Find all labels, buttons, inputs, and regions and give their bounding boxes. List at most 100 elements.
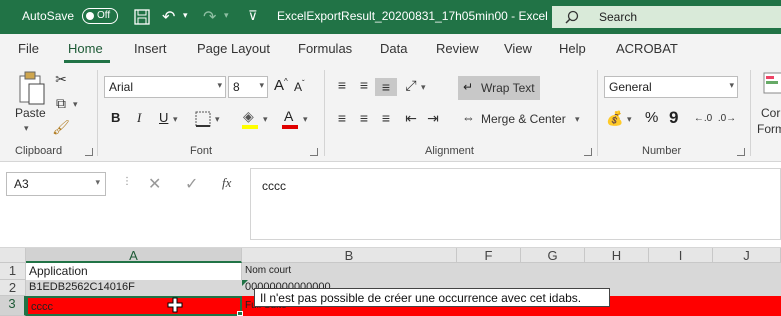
wrap-text-button[interactable]: ↵ Wrap Text: [458, 76, 540, 100]
font-launcher-icon[interactable]: [310, 148, 318, 156]
select-all-corner[interactable]: [0, 248, 26, 263]
copy-icon[interactable]: ⧉: [52, 94, 70, 112]
validation-tooltip: Il n'est pas possible de créer une occur…: [254, 288, 610, 307]
underline-dropdown-icon[interactable]: ▾: [173, 114, 178, 125]
paste-dropdown-icon[interactable]: ▾: [24, 123, 29, 134]
align-top-icon[interactable]: ≡: [333, 76, 351, 94]
save-icon[interactable]: [134, 9, 150, 25]
undo-icon[interactable]: ↶: [162, 7, 175, 27]
tab-review[interactable]: Review: [436, 41, 479, 56]
underline-button[interactable]: U: [159, 110, 168, 125]
merge-dropdown-icon[interactable]: ▾: [575, 114, 580, 125]
format-as-table-label[interactable]: Form: [757, 122, 781, 136]
orientation-icon[interactable]: ⤢: [402, 76, 420, 94]
alignment-launcher-icon[interactable]: [584, 148, 592, 156]
active-tab-indicator: [64, 60, 110, 63]
font-size-select[interactable]: 8 ▾: [228, 76, 268, 98]
column-header-g[interactable]: G: [521, 248, 585, 263]
cut-icon[interactable]: ✂: [52, 70, 70, 88]
font-color-icon[interactable]: A: [284, 108, 293, 124]
tab-acrobat[interactable]: ACROBAT: [616, 41, 678, 56]
group-separator: [597, 70, 598, 156]
clipboard-launcher-icon[interactable]: [85, 148, 93, 156]
comma-style-button[interactable]: 9: [669, 108, 678, 128]
cancel-entry-icon[interactable]: ✕: [148, 174, 161, 194]
conditional-formatting-label[interactable]: Cor: [761, 106, 780, 120]
tab-help[interactable]: Help: [559, 41, 586, 56]
number-format-dropdown-icon: ▾: [729, 80, 734, 90]
percent-style-button[interactable]: %: [645, 109, 658, 126]
conditional-formatting-icon[interactable]: [763, 72, 781, 94]
redo-icon[interactable]: ↷: [203, 7, 216, 27]
row-header-3[interactable]: 3: [0, 296, 26, 316]
undo-dropdown-icon[interactable]: ▾: [183, 10, 188, 21]
confirm-entry-icon[interactable]: ✓: [185, 174, 198, 194]
column-header-b[interactable]: B: [242, 248, 457, 263]
formula-bar-grip-icon[interactable]: ⋮: [122, 176, 132, 187]
search-placeholder: Search: [599, 10, 638, 24]
cell-a2[interactable]: B1EDB2562C14016F: [26, 281, 242, 296]
customize-quick-access-icon[interactable]: ⊽: [248, 8, 258, 24]
row-header-1[interactable]: 1: [0, 263, 26, 280]
tab-data[interactable]: Data: [380, 41, 407, 56]
font-name-select[interactable]: Arial ▾: [104, 76, 226, 98]
cell-b1[interactable]: Nom court: [242, 265, 457, 279]
accounting-format-icon[interactable]: 💰: [606, 109, 624, 127]
ribbon-tabs: File Home Insert Page Layout Formulas Da…: [0, 34, 781, 64]
decrease-decimal-icon[interactable]: .0→: [717, 110, 737, 128]
name-box[interactable]: A3 ▾: [6, 172, 106, 196]
align-center-icon[interactable]: ≡: [355, 109, 373, 127]
formula-input[interactable]: cccc: [250, 168, 781, 240]
group-separator: [750, 70, 751, 156]
column-header-h[interactable]: H: [585, 248, 649, 263]
alignment-group-label: Alignment: [425, 145, 474, 157]
cell-a3[interactable]: cccc: [26, 296, 242, 316]
increase-indent-icon[interactable]: ⇥: [424, 109, 442, 127]
tab-formulas[interactable]: Formulas: [298, 41, 352, 56]
shrink-font-icon[interactable]: Aˇ: [294, 79, 305, 94]
paste-icon[interactable]: [16, 70, 46, 106]
number-launcher-icon[interactable]: [737, 148, 745, 156]
row-header-2[interactable]: 2: [0, 280, 26, 296]
font-color-dropdown-icon[interactable]: ▾: [303, 114, 308, 125]
column-header-f[interactable]: F: [457, 248, 521, 263]
number-format-select[interactable]: General ▾: [604, 76, 738, 98]
grow-font-icon[interactable]: A^: [274, 77, 288, 94]
accounting-dropdown-icon[interactable]: ▾: [627, 114, 632, 125]
fill-color-dropdown-icon[interactable]: ▾: [263, 114, 268, 125]
redo-dropdown-icon[interactable]: ▾: [224, 10, 229, 21]
insert-function-icon[interactable]: fx: [222, 175, 231, 191]
align-left-icon[interactable]: ≡: [333, 109, 351, 127]
tab-insert[interactable]: Insert: [134, 41, 167, 56]
tab-file[interactable]: File: [18, 41, 39, 56]
tab-view[interactable]: View: [504, 41, 532, 56]
column-header-j[interactable]: J: [713, 248, 781, 263]
fill-color-swatch: [242, 125, 258, 129]
column-header-a[interactable]: A: [26, 248, 242, 263]
align-middle-icon[interactable]: ≡: [355, 76, 373, 94]
copy-dropdown-icon[interactable]: ▾: [73, 99, 78, 110]
bold-button[interactable]: B: [111, 110, 120, 125]
tab-page-layout[interactable]: Page Layout: [197, 41, 270, 56]
search-box[interactable]: Search: [552, 6, 781, 28]
autosave-toggle[interactable]: Off: [82, 8, 118, 24]
format-painter-icon[interactable]: 🖌: [52, 118, 70, 136]
orientation-dropdown-icon[interactable]: ▾: [421, 82, 426, 93]
fill-color-icon[interactable]: ◈: [243, 108, 254, 125]
column-header-i[interactable]: I: [649, 248, 713, 263]
paste-label[interactable]: Paste: [15, 106, 46, 120]
cell-a1[interactable]: Application: [26, 263, 242, 280]
fill-handle[interactable]: [237, 311, 243, 316]
align-bottom-icon[interactable]: ≡: [375, 78, 397, 96]
toggle-knob: [86, 12, 94, 20]
borders-dropdown-icon[interactable]: ▾: [215, 114, 220, 125]
increase-decimal-icon[interactable]: ←.0: [693, 110, 713, 128]
font-color-swatch: [282, 125, 298, 129]
decrease-indent-icon[interactable]: ⇤: [402, 109, 420, 127]
tab-home[interactable]: Home: [68, 41, 103, 56]
merge-center-icon[interactable]: ⇔: [462, 110, 475, 125]
merge-center-label[interactable]: Merge & Center: [481, 112, 566, 126]
italic-button[interactable]: I: [137, 110, 141, 126]
align-right-icon[interactable]: ≡: [377, 109, 395, 127]
borders-icon[interactable]: [195, 111, 211, 127]
